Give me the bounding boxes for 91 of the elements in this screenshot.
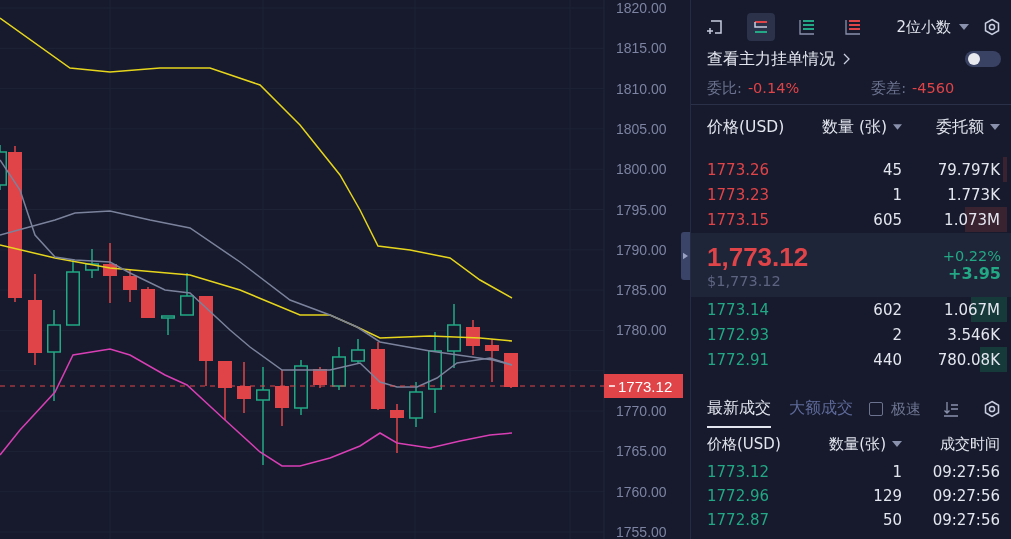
tab[interactable]: 最新成交 xyxy=(707,390,771,428)
change-value: +3.95 xyxy=(948,263,1001,283)
change-percent: +0.22% xyxy=(942,247,1001,264)
settings-icon[interactable] xyxy=(983,18,1001,36)
candle xyxy=(485,338,499,383)
price-cell-text: 1773.12 xyxy=(707,463,771,481)
precision-dropdown[interactable]: 2位小数 xyxy=(896,17,969,37)
price-cell-text: 1773.15 xyxy=(707,210,771,229)
price-cell-text: 1772.96 xyxy=(707,487,771,505)
candle xyxy=(294,359,308,416)
candle xyxy=(371,341,385,411)
checkbox[interactable] xyxy=(869,402,883,416)
candle xyxy=(218,360,232,421)
column-header: 成交时间 xyxy=(940,434,1000,454)
last-price-tag: 1773.12 xyxy=(604,374,683,398)
candle xyxy=(390,403,404,454)
quantity-cell: 2 xyxy=(892,325,902,344)
candle xyxy=(409,381,423,428)
amount-cell: 3.546K xyxy=(947,325,1000,344)
candle xyxy=(237,361,251,414)
axis-label: 1805.00 xyxy=(616,120,667,137)
axis-label: 1815.00 xyxy=(616,40,667,57)
price-cell-text: 1773.14 xyxy=(707,300,771,319)
time-cell-text: 09:27:56 xyxy=(931,487,1000,505)
settings-icon[interactable] xyxy=(983,400,1001,418)
quantity-cell: 602 xyxy=(873,300,902,319)
axis-label: 1770.00 xyxy=(616,403,667,420)
axis-label: 1760.00 xyxy=(616,483,667,500)
axis-label: 1820.00 xyxy=(616,0,667,16)
axis-label: 1800.00 xyxy=(616,161,667,178)
difference-value: -4560 xyxy=(912,80,955,96)
quantity-cell: 1 xyxy=(892,185,902,204)
quantity-cell-text: 1 xyxy=(891,463,902,481)
ratio-label: 委比: xyxy=(707,78,742,98)
column-header[interactable]: 数量 (张) xyxy=(822,116,888,138)
price-cell-text: 1772.87 xyxy=(707,511,771,529)
axis-label: 1765.00 xyxy=(616,443,667,460)
price-cell-text: 1772.93 xyxy=(707,325,771,344)
view-button[interactable] xyxy=(747,13,775,41)
axis-label: 1810.00 xyxy=(616,80,667,97)
column-header[interactable]: 委托额 xyxy=(936,116,984,138)
checkbox-label: 极速 xyxy=(891,399,921,419)
candle xyxy=(123,269,137,303)
chevron-icon xyxy=(843,53,850,65)
amount-cell: 79.797K xyxy=(937,160,1000,179)
ratio-value: -0.14% xyxy=(747,80,800,96)
quantity-cell: 605 xyxy=(873,210,902,229)
time-cell-text: 09:27:56 xyxy=(931,511,1000,529)
caret-icon xyxy=(892,441,902,447)
quantity-cell: 45 xyxy=(882,160,902,179)
last-price: 1,773.12 xyxy=(707,241,809,273)
axis-label: 1780.00 xyxy=(616,322,667,339)
list-icon xyxy=(798,18,816,36)
candle xyxy=(351,338,365,364)
amount-cell: 1.773K xyxy=(947,185,1000,204)
axis-label: 1790.00 xyxy=(616,241,667,258)
price-cell-text: 1772.91 xyxy=(707,350,771,369)
caret-icon xyxy=(959,24,969,30)
axis-label: 1785.00 xyxy=(616,282,667,299)
time-cell-text: 09:27:56 xyxy=(931,463,1000,481)
amount-cell: 1.067M xyxy=(944,300,1000,319)
caret-icon xyxy=(990,124,1000,130)
difference-label: 委差: xyxy=(871,78,907,98)
candle xyxy=(180,272,194,316)
candle xyxy=(275,369,289,427)
price-cell-text: 1773.23 xyxy=(707,185,771,204)
caret-icon xyxy=(893,124,902,130)
usd-price: $1,773.12 xyxy=(707,272,782,289)
axis-label: 1795.00 xyxy=(616,201,667,218)
column-header[interactable]: 数量(张) xyxy=(829,434,886,454)
quantity-cell-text: 129 xyxy=(872,487,902,505)
candle xyxy=(103,242,117,304)
candle xyxy=(504,352,518,389)
quantity-cell: 440 xyxy=(873,350,902,369)
price-cell-text: 1773.26 xyxy=(707,160,771,179)
toggle-switch[interactable] xyxy=(965,51,1001,67)
column-header: 价格(USD) xyxy=(707,116,785,138)
candle xyxy=(466,319,480,356)
panel-handle[interactable] xyxy=(681,232,690,280)
column-header: 价格(USD) xyxy=(707,434,781,454)
quantity-cell-text: 50 xyxy=(881,511,902,529)
candle xyxy=(141,286,155,319)
axis-label: 1755.00 xyxy=(616,524,667,539)
order-book-icon xyxy=(752,18,770,36)
list-icon xyxy=(844,18,862,36)
sort-icon[interactable] xyxy=(943,401,959,417)
expand-icon xyxy=(706,18,724,36)
amount-cell: 1.073M xyxy=(944,210,1000,229)
candle xyxy=(66,259,80,326)
order-link[interactable]: 查看主力挂单情况 xyxy=(707,48,850,70)
amount-cell: 780.08K xyxy=(937,350,1000,369)
